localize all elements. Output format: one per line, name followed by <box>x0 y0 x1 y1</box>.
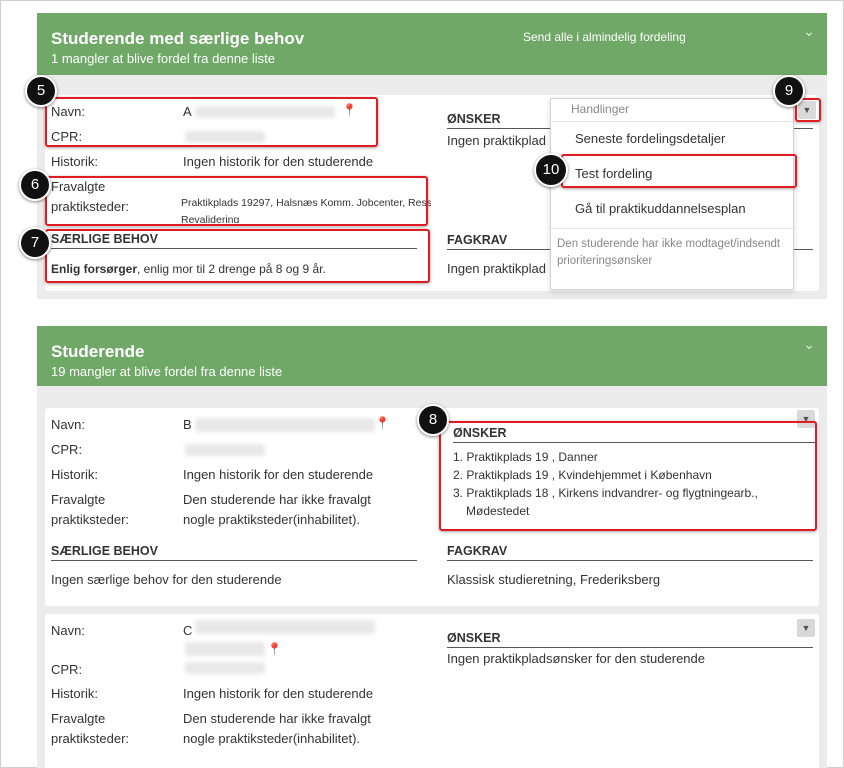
redacted-name <box>195 418 375 432</box>
redacted-cpr <box>185 444 265 456</box>
name-value: C <box>183 623 193 638</box>
name-label: Navn: <box>51 417 85 432</box>
section-header: Studerende 19 mangler at blive fordel fr… <box>37 326 827 386</box>
requirements-value: Klassisk studieretning, Frederiksberg <box>447 572 661 587</box>
opted-out-value: Den studerende har ikke fravalgt nogle p… <box>183 711 371 746</box>
menu-item-go-to-plan[interactable]: Gå til praktikuddannelsesplan <box>575 201 746 216</box>
step-badge: 7 <box>19 227 51 259</box>
history-value: Ingen historik for den studerende <box>183 467 374 482</box>
wishes-value: Ingen praktikplad <box>447 133 547 148</box>
history-value: Ingen historik for den studerende <box>183 686 374 701</box>
step-badge: 10 <box>534 153 568 187</box>
highlight-wishes <box>439 421 817 531</box>
step-badge: 9 <box>773 75 805 107</box>
menu-item-latest-details[interactable]: Seneste fordelingsdetaljer <box>575 131 725 146</box>
actions-menu: Handlinger Seneste fordelingsdetaljer Te… <box>550 98 794 290</box>
section-subtitle: 19 mangler at blive fordel fra denne lis… <box>51 364 283 379</box>
section-header: Studerende med særlige behov 1 mangler a… <box>37 13 827 75</box>
opted-out-label: Fravalgte praktiksteder: <box>51 711 130 746</box>
history-value: Ingen historik for den studerende <box>183 154 374 169</box>
opted-out-value: Den studerende har ikke fravalgt nogle p… <box>183 492 371 527</box>
history-label: Historik: <box>51 467 98 482</box>
special-needs-value: Ingen særlige behov for den studerende <box>51 572 282 587</box>
redacted-cpr <box>185 662 265 674</box>
name-value: B <box>183 417 192 432</box>
actions-dropdown-button[interactable]: ▼ <box>797 619 815 637</box>
requirements-value: Ingen praktikplad <box>447 261 547 276</box>
menu-note: Den studerende har ikke modtaget/indsend… <box>557 238 781 267</box>
cpr-label: CPR: <box>51 442 83 457</box>
map-pin-icon[interactable]: 📍 <box>375 416 390 430</box>
history-label: Historik: <box>51 154 98 169</box>
highlight-opted-out <box>45 176 428 226</box>
section-subtitle: 1 mangler at blive fordel fra denne list… <box>51 51 276 66</box>
step-badge: 5 <box>25 75 57 107</box>
wishes-heading: ØNSKER <box>447 631 813 648</box>
chevron-down-icon[interactable]: ⌄ <box>803 23 815 40</box>
send-all-to-general-button[interactable]: Send alle i almindelig fordeling <box>523 30 686 44</box>
map-pin-icon[interactable]: 📍 <box>267 642 282 656</box>
wishes-value: Ingen praktikpladsønsker for den studere… <box>447 651 705 666</box>
highlight-name-cpr <box>45 97 378 147</box>
chevron-down-icon[interactable]: ⌄ <box>803 336 815 353</box>
opted-out-label: Fravalgte praktiksteder: <box>51 492 130 527</box>
section-students: Studerende 19 mangler at blive fordel fr… <box>37 326 827 768</box>
step-badge: 6 <box>19 169 51 201</box>
requirements-heading: FAGKRAV <box>447 544 813 561</box>
highlight-test-distribution <box>561 154 797 188</box>
redacted-name <box>195 620 375 634</box>
cpr-label: CPR: <box>51 662 83 677</box>
section-title: Studerende med særlige behov <box>51 29 305 48</box>
menu-header: Handlinger <box>571 102 630 116</box>
name-label: Navn: <box>51 623 85 638</box>
special-needs-heading: SÆRLIGE BEHOV <box>51 544 417 561</box>
redacted-name <box>185 642 265 656</box>
history-label: Historik: <box>51 686 98 701</box>
step-badge: 8 <box>417 404 449 436</box>
page-frame: Studerende med særlige behov 1 mangler a… <box>0 0 844 768</box>
student-card: Navn: C 📍 CPR: Historik: Ingen historik … <box>45 614 819 768</box>
section-title: Studerende <box>51 342 145 361</box>
highlight-special-needs <box>45 229 430 283</box>
